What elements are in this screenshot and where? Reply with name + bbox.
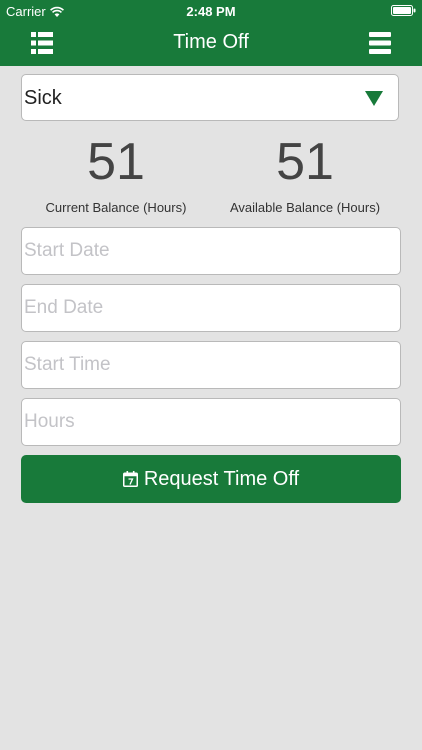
start-date-field[interactable] [21, 227, 401, 275]
end-date-field[interactable] [21, 284, 401, 332]
menu-icon [369, 32, 391, 54]
calendar-icon [122, 471, 138, 487]
hours-field[interactable] [21, 398, 401, 446]
leave-type-dropdown[interactable]: Sick [21, 74, 399, 121]
start-time-field[interactable] [21, 341, 401, 389]
page-title: Time Off [173, 31, 249, 53]
current-balance-label: Current Balance (Hours) [45, 200, 187, 215]
request-time-off-button[interactable]: Request Time Off [21, 455, 401, 503]
nav-bar: Time Off [0, 22, 422, 66]
available-balance-value: 51 [276, 133, 334, 191]
battery-icon [391, 5, 416, 16]
triangle-down-icon [365, 91, 383, 106]
status-bar: Carrier 2:48 PM [0, 0, 422, 22]
available-balance: 51 Available Balance (Hours) [210, 132, 400, 215]
request-time-off-label: Request Time Off [143, 467, 300, 490]
time-off-screen: Carrier 2:48 PM Time Off Sick 51 Current… [0, 0, 422, 750]
available-balance-label: Available Balance (Hours) [229, 200, 381, 215]
status-time: 2:48 PM [186, 4, 236, 19]
menu-button[interactable] [366, 30, 394, 56]
current-balance: 51 Current Balance (Hours) [21, 132, 211, 215]
app-header: Carrier 2:48 PM Time Off [0, 0, 422, 66]
current-balance-value: 51 [87, 133, 145, 191]
leave-type-value: Sick [24, 87, 62, 109]
